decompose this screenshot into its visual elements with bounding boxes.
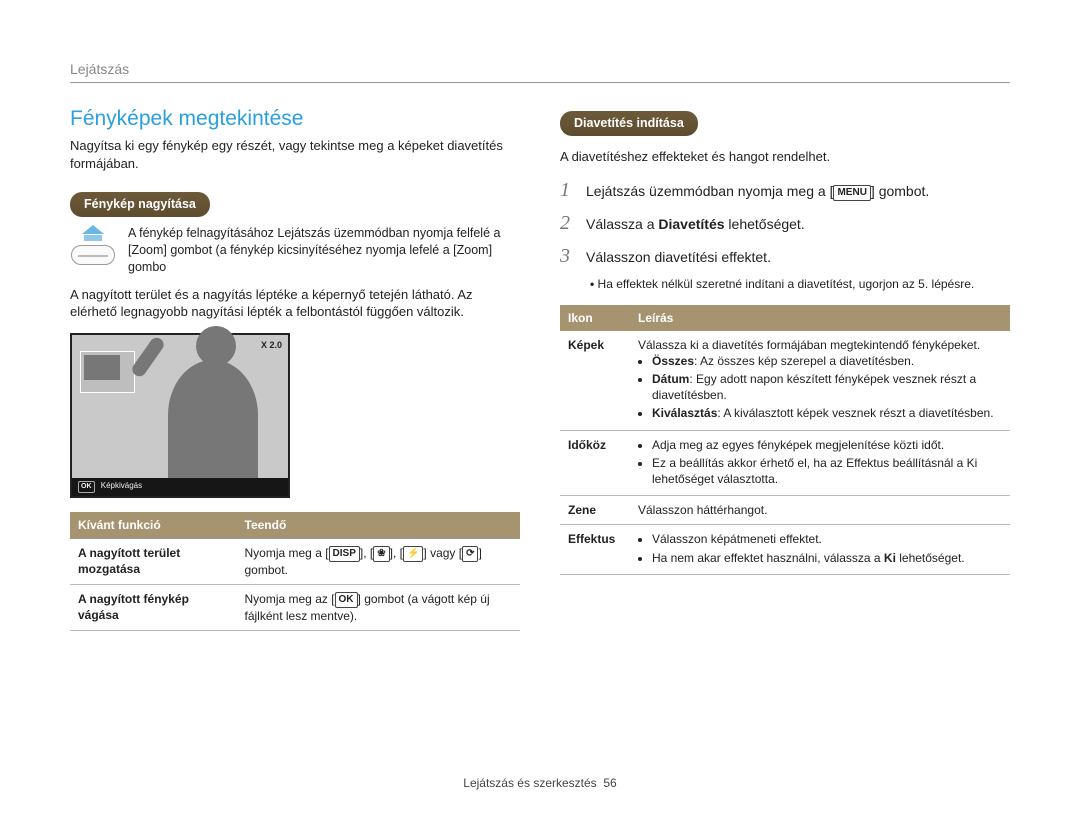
step-2: 2 Válassza a Diavetítés lehetőséget. bbox=[560, 210, 1010, 237]
menu-key-icon: MENU bbox=[833, 185, 870, 201]
ok-key-icon: OK bbox=[335, 592, 358, 608]
icon-head-2: Leírás bbox=[630, 305, 1010, 331]
table-row: A nagyított terület mozgatása Nyomja meg… bbox=[70, 539, 520, 585]
page-footer: Lejátszás és szerkesztés 56 bbox=[0, 775, 1080, 791]
table-row: Képek Válassza ki a diavetítés formájába… bbox=[560, 331, 1010, 430]
disp-key-icon: DISP bbox=[329, 546, 360, 562]
function-table: Kívánt funkció Teendő A nagyított terüle… bbox=[70, 512, 520, 631]
slideshow-intro: A diavetítéshez effekteket és hangot ren… bbox=[560, 148, 1010, 166]
page-title: Fényképek megtekintése bbox=[70, 105, 520, 133]
func-head-2: Teendő bbox=[237, 512, 521, 539]
step-list: 1 Lejátszás üzemmódban nyomja meg a [MEN… bbox=[560, 177, 1010, 292]
step-3: 3 Válasszon diavetítési effektet. bbox=[560, 243, 1010, 270]
zoom-level: X 2.0 bbox=[261, 339, 282, 351]
step-1: 1 Lejátszás üzemmódban nyomja meg a [MEN… bbox=[560, 177, 1010, 204]
crop-label: Képkivágás bbox=[101, 481, 142, 490]
right-column: Diavetítés indítása A diavetítéshez effe… bbox=[560, 105, 1010, 631]
intro-text: Nagyítsa ki egy fénykép egy részét, vagy… bbox=[70, 137, 520, 172]
func-head-1: Kívánt funkció bbox=[70, 512, 237, 539]
navigator-box-icon bbox=[80, 351, 135, 393]
zoom-instruction: A fénykép felnagyításához Lejátszás üzem… bbox=[70, 225, 520, 276]
ok-icon: OK bbox=[78, 481, 95, 492]
macro-key-icon: ❀ bbox=[373, 546, 389, 562]
section-pill-slideshow: Diavetítés indítása bbox=[560, 111, 698, 136]
left-column: Fényképek megtekintése Nagyítsa ki egy f… bbox=[70, 105, 520, 631]
timer-key-icon: ⟳ bbox=[462, 546, 478, 562]
table-row: Zene Válasszon háttérhangot. bbox=[560, 496, 1010, 525]
zoom-paragraph: A nagyított terület és a nagyítás lépték… bbox=[70, 286, 520, 321]
silhouette-icon bbox=[168, 360, 258, 480]
icon-head-1: Ikon bbox=[560, 305, 630, 331]
zoom-instruction-text: A fénykép felnagyításához Lejátszás üzem… bbox=[128, 225, 520, 276]
camera-screen-preview: X 2.0 OK Képkivágás bbox=[70, 333, 290, 498]
table-row: A nagyított fénykép vágása Nyomja meg az… bbox=[70, 585, 520, 631]
section-pill-zoom: Fénykép nagyítása bbox=[70, 192, 210, 217]
table-row: Effektus Válasszon képátmeneti effektet.… bbox=[560, 525, 1010, 574]
icon-table: Ikon Leírás Képek Válassza ki a diavetít… bbox=[560, 305, 1010, 575]
zoom-lever-icon bbox=[70, 225, 116, 276]
table-row: Időköz Adja meg az egyes fényképek megje… bbox=[560, 430, 1010, 496]
step-3-note: Ha effektek nélkül szeretné indítani a d… bbox=[590, 276, 1010, 292]
breadcrumb: Lejátszás bbox=[70, 61, 129, 77]
flash-key-icon: ⚡ bbox=[403, 546, 423, 562]
page-header: Lejátszás bbox=[70, 60, 1010, 83]
